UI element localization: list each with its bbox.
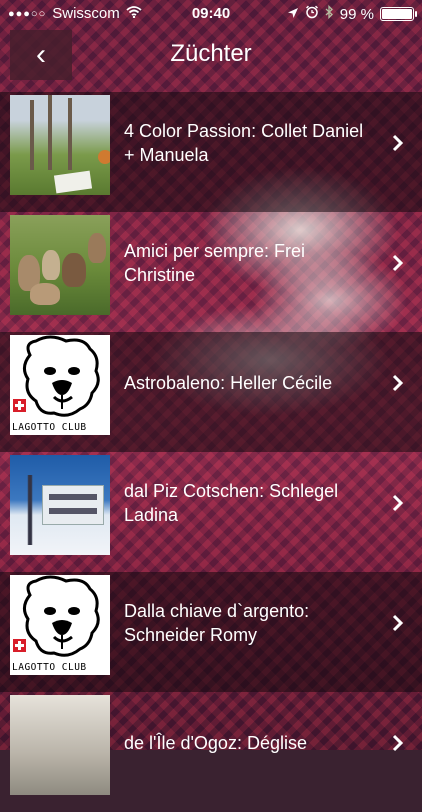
building-shape xyxy=(42,485,104,525)
bluetooth-icon xyxy=(325,4,334,23)
breeder-thumbnail xyxy=(10,695,110,795)
tree-shape xyxy=(48,95,52,170)
chevron-right-icon xyxy=(392,452,404,572)
list-item[interactable]: LAGOTTO CLUB Dalla chiave d`argento: Sch… xyxy=(0,572,422,692)
breeder-thumbnail xyxy=(10,455,110,555)
breeder-name: 4 Color Passion: Collet Daniel + Manuela xyxy=(124,121,364,165)
tree-shape xyxy=(16,475,44,545)
status-bar-right: 99 % xyxy=(287,4,417,23)
chevron-right-icon xyxy=(392,332,404,452)
dog-head-drawing xyxy=(23,575,100,657)
navigation-bar: ‹ Züchter xyxy=(0,28,422,82)
dog-shape xyxy=(88,233,106,263)
tree-shape xyxy=(68,98,72,170)
breeder-list: 4 Color Passion: Collet Daniel + Manuela… xyxy=(0,92,422,812)
battery-level xyxy=(382,9,412,19)
dog-shape xyxy=(30,283,60,305)
breeder-name: dal Piz Cotschen: Schlegel Ladina xyxy=(124,481,339,525)
list-item[interactable]: dal Piz Cotschen: Schlegel Ladina xyxy=(0,452,422,572)
chevron-right-icon xyxy=(392,212,404,332)
list-item[interactable]: Amici per sempre: Frei Christine xyxy=(0,212,422,332)
breeder-name: Astrobaleno: Heller Cécile xyxy=(124,373,333,393)
dog-shape xyxy=(62,253,86,287)
dog-head-drawing xyxy=(23,335,100,417)
battery-icon xyxy=(380,7,417,21)
logo-text: LAGOTTO CLUB xyxy=(12,662,87,673)
chevron-right-icon xyxy=(392,572,404,692)
dog-shape xyxy=(42,250,60,280)
swiss-flag-icon xyxy=(13,639,26,652)
tree-shape xyxy=(30,100,34,170)
status-bar: ●●●○○ Swisscom 09:40 99 % xyxy=(0,0,422,28)
logo-text: LAGOTTO CLUB xyxy=(12,422,87,433)
breeder-name: Amici per sempre: Frei Christine xyxy=(124,241,306,285)
breeder-name: de l'Île d'Ogoz: Déglise xyxy=(124,733,307,753)
battery-percent: 99 % xyxy=(339,5,374,23)
location-arrow-icon xyxy=(287,6,299,23)
list-item[interactable]: 4 Color Passion: Collet Daniel + Manuela xyxy=(0,92,422,212)
chevron-right-icon xyxy=(392,92,404,212)
alarm-clock-icon xyxy=(305,5,319,23)
lagotto-club-logo: LAGOTTO CLUB xyxy=(10,335,110,435)
ball xyxy=(98,150,110,164)
list-item[interactable]: de l'Île d'Ogoz: Déglise xyxy=(0,692,422,812)
list-item[interactable]: LAGOTTO CLUB Astrobaleno: Heller Cécile xyxy=(0,332,422,452)
swiss-flag-icon xyxy=(13,399,26,412)
breeder-thumbnail xyxy=(10,215,110,315)
lagotto-club-logo: LAGOTTO CLUB xyxy=(10,575,110,675)
sign-board xyxy=(53,170,93,194)
chevron-right-icon xyxy=(392,692,404,812)
breeder-thumbnail xyxy=(10,95,110,195)
page-title: Züchter xyxy=(170,40,252,67)
breeder-name: Dalla chiave d`argento: Schneider Romy xyxy=(124,601,310,645)
